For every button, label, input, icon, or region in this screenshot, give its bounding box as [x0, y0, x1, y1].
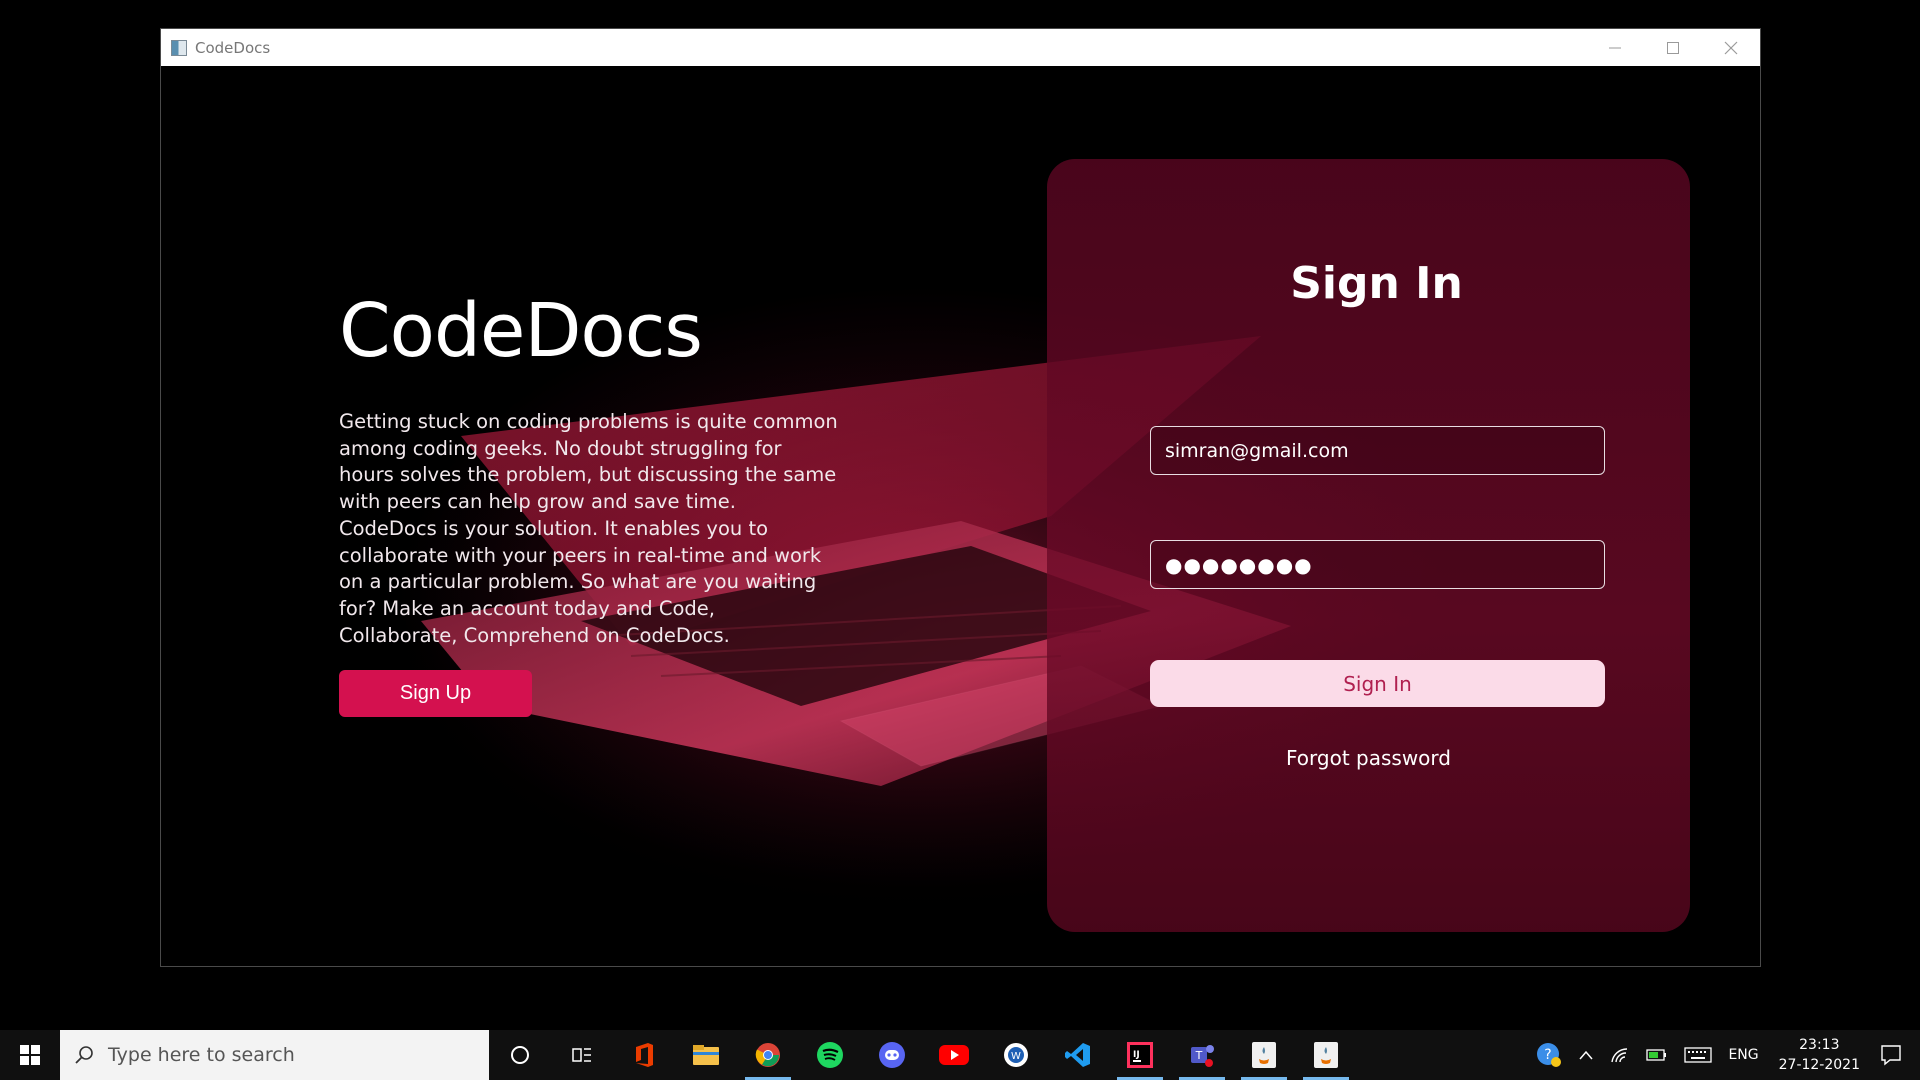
java-button-1[interactable]: [1233, 1030, 1295, 1080]
office-icon: [636, 1043, 653, 1067]
forgot-password-link[interactable]: Forgot password: [1047, 746, 1690, 770]
taskbar-search-box[interactable]: Type here to search: [60, 1030, 489, 1080]
clock[interactable]: 23:13 27-12-2021: [1779, 1035, 1860, 1075]
app-description: Getting stuck on coding problems is quit…: [339, 410, 838, 647]
chevron-up-icon: [1579, 1050, 1594, 1060]
teams-icon: T: [1191, 1045, 1214, 1067]
discord-button[interactable]: [861, 1030, 923, 1080]
close-button[interactable]: [1702, 29, 1760, 66]
intellij-button[interactable]: IJ: [1109, 1030, 1171, 1080]
email-value: simran@gmail.com: [1165, 439, 1349, 462]
cortana-button[interactable]: [489, 1030, 551, 1080]
sign-in-card: Sign In simran@gmail.com ●●●●●●●● Sign I…: [1047, 159, 1690, 932]
close-icon: [1724, 41, 1738, 54]
search-icon: [75, 1046, 93, 1064]
help-icon: ?: [1537, 1043, 1562, 1067]
word-button[interactable]: W: [985, 1030, 1047, 1080]
teams-button[interactable]: T: [1171, 1030, 1233, 1080]
office-button[interactable]: [613, 1030, 675, 1080]
email-field[interactable]: simran@gmail.com: [1150, 426, 1605, 475]
youtube-button[interactable]: [923, 1030, 985, 1080]
svg-text:T: T: [1195, 1049, 1203, 1062]
intellij-icon: IJ: [1127, 1042, 1153, 1068]
system-tray: ? ENG 23:13 27-12-2021: [1528, 1030, 1920, 1080]
app-icon: [171, 39, 187, 56]
chrome-icon: [755, 1043, 780, 1067]
show-hidden-icons-button[interactable]: [1578, 1049, 1594, 1061]
java-icon: [1252, 1042, 1276, 1068]
sign-up-button[interactable]: Sign Up: [339, 670, 532, 717]
word-icon: W: [1004, 1043, 1028, 1067]
java-icon: [1314, 1042, 1338, 1068]
minimize-button[interactable]: [1586, 29, 1644, 66]
start-button[interactable]: [0, 1030, 60, 1080]
file-explorer-icon: [693, 1045, 719, 1065]
spotify-icon: [817, 1042, 843, 1068]
maximize-icon: [1667, 41, 1679, 54]
svg-text:IJ: IJ: [1133, 1050, 1140, 1060]
spotify-button[interactable]: [799, 1030, 861, 1080]
brand-title: CodeDocs: [339, 288, 703, 374]
sign-in-title: Sign In: [1290, 258, 1463, 309]
language-indicator[interactable]: ENG: [1728, 1047, 1758, 1063]
keyboard-icon: [1684, 1047, 1713, 1063]
window-controls: [1586, 29, 1760, 66]
title-bar[interactable]: CodeDocs: [161, 29, 1760, 66]
cortana-icon: [511, 1046, 529, 1064]
wifi-icon: [1611, 1048, 1628, 1063]
keyboard-tray-button[interactable]: [1684, 1046, 1713, 1064]
search-placeholder: Type here to search: [108, 1044, 295, 1066]
maximize-button[interactable]: [1644, 29, 1702, 66]
task-view-icon: [572, 1048, 591, 1062]
app-window: CodeDocs CodeDocs Getting stuck on codin…: [160, 28, 1761, 967]
notification-center-button[interactable]: [1880, 1044, 1902, 1066]
vscode-button[interactable]: [1047, 1030, 1109, 1080]
notification-icon: [1881, 1045, 1901, 1066]
battery-icon: [1646, 1049, 1667, 1061]
password-field[interactable]: ●●●●●●●●: [1150, 540, 1605, 589]
file-explorer-button[interactable]: [675, 1030, 737, 1080]
window-title: CodeDocs: [195, 38, 271, 57]
help-tray-button[interactable]: ?: [1536, 1042, 1562, 1068]
network-tray-button[interactable]: [1610, 1046, 1630, 1064]
svg-text:W: W: [1011, 1051, 1021, 1062]
battery-tray-button[interactable]: [1646, 1047, 1668, 1063]
main-content: CodeDocs Getting stuck on coding problem…: [161, 66, 1760, 966]
password-value: ●●●●●●●●: [1165, 552, 1313, 577]
vscode-icon: [1065, 1043, 1090, 1067]
java-button-2[interactable]: [1295, 1030, 1357, 1080]
sign-in-button[interactable]: Sign In: [1150, 660, 1605, 707]
taskbar: Type here to search W IJ T ? ENG 23:13 2…: [0, 1030, 1920, 1080]
minimize-icon: [1609, 47, 1621, 48]
clock-date: 27-12-2021: [1778, 1057, 1860, 1073]
discord-icon: [879, 1042, 905, 1068]
clock-time: 23:13: [1799, 1037, 1840, 1053]
task-view-button[interactable]: [551, 1030, 613, 1080]
windows-logo-icon: [20, 1045, 40, 1065]
svg-text:?: ?: [1545, 1047, 1552, 1063]
chrome-button[interactable]: [737, 1030, 799, 1080]
youtube-icon: [939, 1045, 969, 1065]
